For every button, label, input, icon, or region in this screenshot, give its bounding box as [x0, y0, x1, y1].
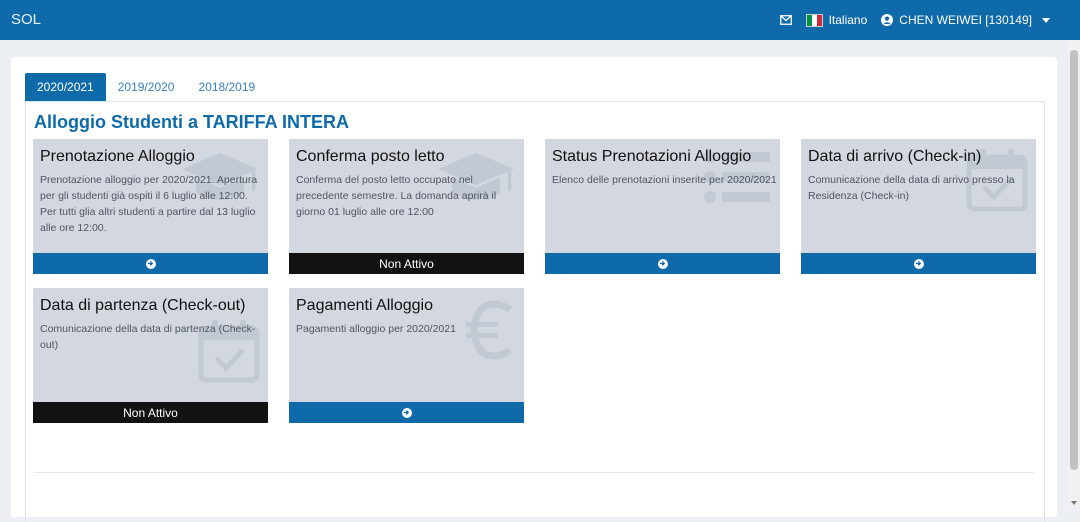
card-status-prenotazioni[interactable]: Status Prenotazioni Alloggio Elenco dell… — [545, 139, 780, 274]
card-description: Prenotazione alloggio per 2020/2021. Ape… — [40, 174, 258, 234]
card-description: Comunicazione della data di partenza (Ch… — [40, 323, 256, 351]
card-description: Comunicazione della data di arrivo press… — [808, 174, 1015, 202]
tab-content: Alloggio Studenti a TARIFFA INTERA Preno… — [25, 101, 1045, 522]
academic-year-tabs: 2020/2021 2019/2020 2018/2019 — [25, 73, 267, 101]
card-go-button[interactable] — [289, 402, 524, 423]
caret-down-icon — [1042, 17, 1050, 23]
tab-2020-2021[interactable]: 2020/2021 — [25, 73, 106, 101]
card-go-button[interactable] — [33, 253, 268, 274]
messages-link[interactable] — [779, 15, 792, 25]
card-prenotazione-alloggio[interactable]: Prenotazione Alloggio Prenotazione allog… — [33, 139, 268, 274]
section-divider — [34, 472, 1034, 473]
arrow-right-circle-icon — [401, 407, 412, 418]
brand-logo[interactable]: SOL — [11, 11, 41, 28]
top-navbar: SOL Italiano CHEN WEIWEI [130149] — [0, 0, 1080, 40]
card-title: Status Prenotazioni Alloggio — [552, 148, 752, 165]
card-title: Data di partenza (Check-out) — [40, 297, 246, 314]
card-data-arrivo[interactable]: Data di arrivo (Check-in) Comunicazione … — [801, 139, 1036, 274]
section-title: Alloggio Studenti a TARIFFA INTERA — [34, 112, 349, 132]
card-go-button[interactable] — [801, 253, 1036, 274]
card-conferma-posto-letto[interactable]: Conferma posto letto Conferma del posto … — [289, 139, 524, 274]
tab-2018-2019[interactable]: 2018/2019 — [186, 73, 267, 101]
user-name: CHEN WEIWEI [130149] — [899, 13, 1032, 27]
italy-flag-icon — [805, 13, 823, 27]
card-title: Conferma posto letto — [296, 148, 445, 165]
arrow-right-circle-icon — [657, 258, 668, 269]
card-pagamenti-alloggio[interactable]: Pagamenti Alloggio Pagamenti alloggio pe… — [289, 288, 524, 423]
envelope-icon — [779, 15, 792, 25]
vertical-scrollbar[interactable] — [1068, 40, 1080, 508]
language-selector[interactable]: Italiano — [805, 13, 868, 27]
card-data-partenza[interactable]: Data di partenza (Check-out) Comunicazio… — [33, 288, 268, 423]
card-inactive-status: Non Attivo — [289, 253, 524, 274]
scrollbar-thumb[interactable] — [1070, 50, 1078, 470]
main-panel: 2020/2021 2019/2020 2018/2019 Alloggio S… — [11, 57, 1057, 522]
card-title: Data di arrivo (Check-in) — [808, 148, 982, 165]
arrow-right-circle-icon — [913, 258, 924, 269]
tab-2019-2020[interactable]: 2019/2020 — [106, 73, 187, 101]
language-label: Italiano — [828, 13, 868, 27]
card-inactive-status: Non Attivo — [33, 402, 268, 423]
arrow-right-circle-icon — [145, 258, 156, 269]
user-menu[interactable]: CHEN WEIWEI [130149] — [881, 13, 1050, 27]
card-description: Elenco delle prenotazioni inserite per 2… — [552, 174, 777, 186]
card-title: Pagamenti Alloggio — [296, 297, 433, 314]
card-description: Pagamenti alloggio per 2020/2021 — [296, 323, 456, 335]
card-title: Prenotazione Alloggio — [40, 148, 195, 165]
navbar-right: Italiano CHEN WEIWEI [130149] — [779, 0, 1050, 40]
user-circle-icon — [881, 14, 894, 26]
scroll-down-arrow-icon[interactable] — [1071, 501, 1077, 505]
card-description: Conferma del posto letto occupato nel pr… — [296, 174, 497, 218]
card-go-button[interactable] — [545, 253, 780, 274]
